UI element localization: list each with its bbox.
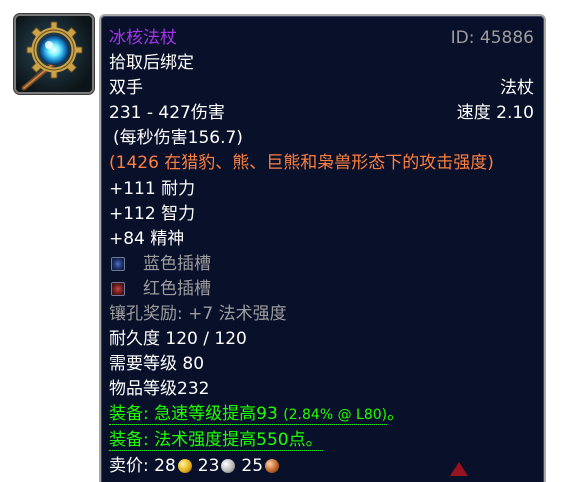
- damage-row: 231 - 427伤害 速度 2.10: [109, 101, 534, 125]
- damage-range: 231 - 427伤害: [109, 103, 225, 123]
- equip-haste-value: 93: [256, 404, 278, 424]
- socket-blue: 蓝色插槽: [109, 252, 534, 276]
- required-level: 需要等级 80: [109, 354, 205, 374]
- equip-haste-text[interactable]: 装备: 急速等级提高93 (2.84% @ L80): [109, 404, 388, 425]
- item-level: 物品等级232: [109, 379, 210, 399]
- stat-intellect: +112 智力: [109, 204, 196, 224]
- equip-spellpower[interactable]: 装备: 法术强度提高550点。: [109, 428, 534, 452]
- socket-red-label: 红色插槽: [143, 279, 211, 299]
- equip-spellpower-text[interactable]: 装备: 法术强度提高550点。: [109, 430, 323, 451]
- gold-coin-icon: [177, 459, 192, 473]
- item-slot: 双手: [109, 78, 143, 98]
- dps-text: (每秒伤害156.7): [113, 128, 243, 148]
- blue-socket-icon: [111, 257, 125, 271]
- silver-coin-icon: [221, 459, 236, 473]
- equip-haste-note: (2.84% @ L80): [283, 407, 388, 423]
- equip-haste-suffix: 。: [387, 404, 405, 424]
- item-name-row: 冰核法杖 ID: 45886: [109, 26, 534, 50]
- watermark-triangle-icon: [450, 462, 468, 476]
- weapon-speed: 速度 2.10: [456, 103, 534, 123]
- copper-coin-icon: [265, 459, 280, 473]
- equip-haste[interactable]: 装备: 急速等级提高93 (2.84% @ L80)。: [109, 402, 534, 426]
- bind-text: 拾取后绑定: [109, 53, 194, 73]
- sell-label: 卖价:: [109, 456, 155, 476]
- copper-amount: 25: [241, 456, 264, 476]
- item-name: 冰核法杖: [109, 28, 177, 48]
- item-icon-frame[interactable]: [14, 14, 94, 94]
- equip-haste-prefix: 装备: 急速等级提高: [109, 404, 257, 424]
- item-tooltip: 冰核法杖 ID: 45886 拾取后绑定 双手 法杖 231 - 427伤害 速…: [99, 14, 546, 482]
- feral-attack-power: (1426 在猎豹、熊、巨熊和枭兽形态下的攻击强度): [109, 153, 494, 173]
- gold-amount: 28: [154, 456, 176, 476]
- item-id: ID: 45886: [450, 28, 534, 48]
- stat-spirit: +84 精神: [109, 229, 185, 249]
- sell-price: 卖价: 28 23 25: [109, 454, 534, 478]
- socket-bonus: 镶孔奖励: +7 法术强度: [109, 304, 287, 324]
- durability: 耐久度 120 / 120: [109, 329, 247, 349]
- socket-blue-label: 蓝色插槽: [143, 254, 211, 274]
- red-socket-icon: [111, 282, 125, 296]
- frost-staff-icon: [16, 16, 92, 92]
- silver-amount: 23: [197, 456, 220, 476]
- socket-red: 红色插槽: [109, 277, 534, 301]
- item-type: 法杖: [500, 78, 534, 98]
- stat-stamina: +111 耐力: [109, 179, 196, 199]
- slot-row: 双手 法杖: [109, 76, 534, 100]
